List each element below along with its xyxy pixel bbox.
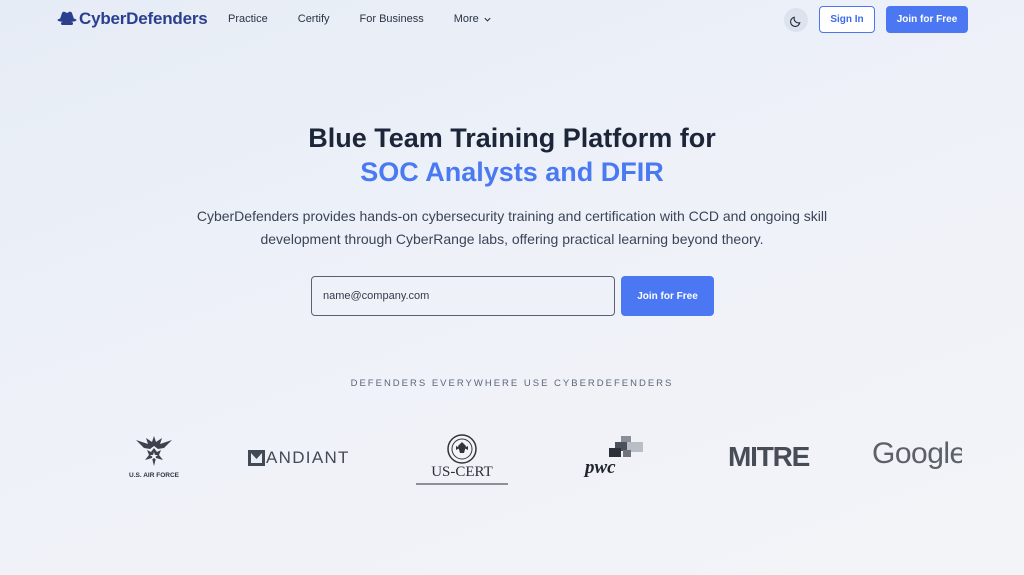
- us-air-force-logo: U.S. AIR FORCE: [118, 434, 190, 479]
- hat-icon: [57, 11, 77, 25]
- sign-in-button[interactable]: Sign In: [819, 6, 875, 33]
- nav-link-for-business[interactable]: For Business: [360, 13, 424, 25]
- join-for-free-hero-button[interactable]: Join for Free: [621, 276, 714, 316]
- moon-icon: [789, 16, 800, 27]
- nav-links: Practice Certify For Business More: [228, 13, 492, 25]
- air-force-wings-icon: [136, 436, 172, 466]
- brand-logo[interactable]: CyberDefenders: [57, 9, 208, 29]
- hero-description: CyberDefenders provides hands-on cyberse…: [196, 208, 828, 247]
- chevron-down-icon: [484, 17, 491, 22]
- mandiant-wordmark: ANDIANT: [266, 448, 350, 467]
- mandiant-m-icon: [248, 450, 265, 466]
- nav-link-more[interactable]: More: [454, 13, 492, 25]
- mitre-logo: MITRE: [728, 441, 810, 472]
- us-cert-tagline-bar: [416, 483, 508, 485]
- pwc-wordmark: pwc: [585, 457, 616, 478]
- dhs-seal-icon: [447, 434, 477, 464]
- clients-heading: DEFENDERS EVERYWHERE USE CYBERDEFENDERS: [350, 378, 674, 389]
- hero-title-accent: SOC Analysts and DFIR: [360, 157, 664, 187]
- nav-link-certify[interactable]: Certify: [298, 13, 330, 25]
- air-force-wordmark: U.S. AIR FORCE: [129, 472, 179, 479]
- us-cert-wordmark: US-CERT: [431, 464, 493, 480]
- email-input[interactable]: [311, 276, 615, 316]
- theme-toggle-button[interactable]: [784, 8, 808, 32]
- pwc-logo: pwc: [583, 436, 649, 482]
- pwc-blocks-icon: [609, 436, 643, 457]
- us-cert-logo: US-CERT: [412, 434, 512, 485]
- top-navigation: CyberDefenders Practice Certify For Busi…: [0, 0, 1024, 40]
- nav-link-practice[interactable]: Practice: [228, 13, 268, 25]
- page: CyberDefenders Practice Certify For Busi…: [0, 0, 1024, 575]
- google-logo: Google: [872, 437, 962, 470]
- brand-name: CyberDefenders: [79, 9, 208, 28]
- hero-title: Blue Team Training Platform for: [308, 123, 716, 153]
- join-for-free-nav-button[interactable]: Join for Free: [886, 6, 968, 33]
- mandiant-logo: ANDIANT: [248, 448, 350, 468]
- nav-link-more-label: More: [453, 13, 479, 25]
